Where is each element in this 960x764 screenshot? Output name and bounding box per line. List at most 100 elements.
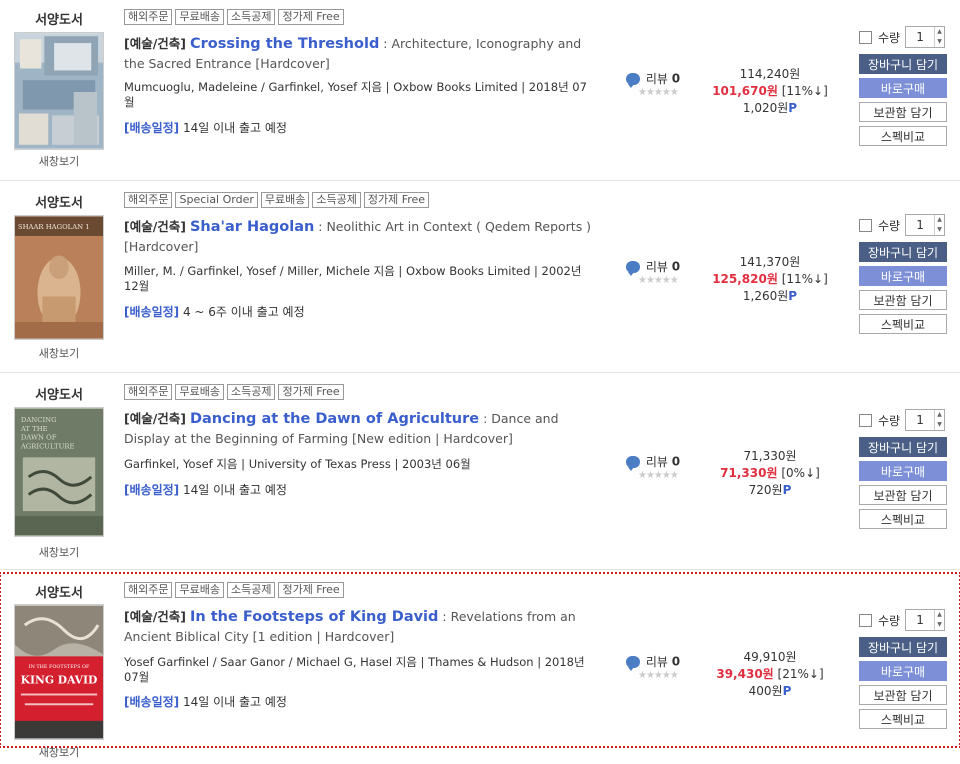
- shipping-info: [배송일정] 14일 이내 출고 예정: [124, 481, 287, 498]
- add-to-cart-button[interactable]: 장바구니 담기: [859, 637, 947, 657]
- book-title-link[interactable]: In the Footsteps of King David: [190, 609, 438, 625]
- buy-now-button[interactable]: 바로구매: [859, 461, 947, 481]
- sale-price: 125,820원: [712, 272, 778, 286]
- book-cover-image[interactable]: [14, 32, 104, 150]
- shipping-text: 14일 이내 출고 예정: [179, 483, 287, 497]
- select-checkbox[interactable]: [859, 413, 872, 427]
- book-cover-image[interactable]: IN THE FOOTSTEPS OF KING DAVID: [14, 604, 104, 740]
- add-to-wishlist-button[interactable]: 보관함 담기: [859, 290, 947, 310]
- increment-icon[interactable]: ▲: [935, 27, 944, 37]
- increment-icon[interactable]: ▲: [935, 610, 944, 620]
- points-row: 1,260원P: [700, 288, 840, 305]
- book-title-link[interactable]: Crossing the Threshold: [190, 36, 379, 52]
- author-publisher-info: Mumcuoglu, Madeleine / Garfinkel, Yosef …: [124, 80, 587, 109]
- review-label: 리뷰: [645, 72, 668, 86]
- genre-label: [예술/건축]: [124, 219, 186, 234]
- action-column: 수량 1 ▲ ▼ 장바구니 담기 바로구매 보관함 담기 스펙비교: [859, 26, 947, 150]
- book-cover-art: DANCING AT THE DAWN OF AGRICULTURE: [15, 408, 103, 536]
- price-block: 71,330원 71,330원 [0%↓] 720원P: [700, 448, 840, 499]
- book-title-link[interactable]: Sha'ar Hagolan: [190, 219, 314, 235]
- points-value: 720원: [748, 483, 783, 497]
- badge: 무료배송: [175, 9, 224, 25]
- buy-now-button[interactable]: 바로구매: [859, 661, 947, 681]
- quantity-stepper[interactable]: 1 ▲ ▼: [905, 409, 946, 431]
- review-block[interactable]: 리뷰 0 ★★★★★: [626, 70, 680, 99]
- add-to-wishlist-button[interactable]: 보관함 담기: [859, 102, 947, 122]
- svg-text:AGRICULTURE: AGRICULTURE: [20, 443, 75, 451]
- quantity-stepper[interactable]: 1 ▲ ▼: [905, 26, 946, 48]
- review-block[interactable]: 리뷰 0 ★★★★★: [626, 453, 680, 482]
- shipping-label: [배송일정]: [124, 695, 180, 709]
- points-icon: P: [782, 684, 792, 698]
- add-to-cart-button[interactable]: 장바구니 담기: [859, 242, 947, 262]
- quantity-input[interactable]: 1: [906, 27, 934, 47]
- increment-icon[interactable]: ▲: [935, 410, 944, 420]
- category-label: 서양도서: [35, 388, 83, 403]
- decrement-icon[interactable]: ▼: [935, 620, 944, 630]
- book-item: 서양도서 새창보기 해외주문 무료배송 소득공제 정가제 Free [예술/건축…: [0, 0, 960, 181]
- quantity-stepper[interactable]: 1 ▲ ▼: [905, 214, 946, 236]
- rating-stars-icon: ★★★★★: [638, 275, 679, 286]
- select-checkbox[interactable]: [859, 30, 872, 44]
- new-window-link[interactable]: 새창보기: [12, 345, 106, 361]
- select-checkbox[interactable]: [859, 613, 872, 627]
- points-icon: P: [782, 483, 792, 497]
- book-item: 서양도서 SHAAR HAGOLAN 1 새창보기 해외주문 Special O…: [0, 183, 960, 373]
- quantity-input[interactable]: 1: [906, 610, 934, 630]
- sale-price-row: 39,430원 [21%↓]: [700, 666, 840, 683]
- decrement-icon[interactable]: ▼: [935, 420, 944, 430]
- review-count: 0: [671, 259, 681, 274]
- new-window-link[interactable]: 새창보기: [12, 744, 106, 760]
- cover-text: KING DAVID: [21, 674, 98, 687]
- sale-price-row: 125,820원 [11%↓]: [700, 271, 840, 288]
- decrement-icon[interactable]: ▼: [935, 37, 944, 47]
- badge: 정가제 Free: [278, 582, 344, 598]
- compare-button[interactable]: 스펙비교: [859, 126, 947, 146]
- author-publisher-info: Miller, M. / Garfinkel, Yosef / Miller, …: [124, 264, 582, 293]
- compare-button[interactable]: 스펙비교: [859, 509, 947, 529]
- add-to-wishlist-button[interactable]: 보관함 담기: [859, 685, 947, 705]
- compare-button[interactable]: 스펙비교: [859, 709, 947, 729]
- shipping-info: [배송일정] 14일 이내 출고 예정: [124, 119, 287, 136]
- book-title-link[interactable]: Dancing at the Dawn of Agriculture: [190, 411, 479, 427]
- list-price: 141,370원: [739, 255, 801, 269]
- quantity-input[interactable]: 1: [906, 410, 934, 430]
- select-checkbox[interactable]: [859, 218, 872, 232]
- shipping-info: [배송일정] 14일 이내 출고 예정: [124, 693, 287, 710]
- sale-price-row: 71,330원 [0%↓]: [700, 465, 840, 482]
- badge-list: 해외주문 무료배송 소득공제 정가제 Free: [124, 582, 344, 598]
- discount-rate: [0%↓]: [777, 466, 820, 480]
- increment-icon[interactable]: ▲: [935, 215, 944, 225]
- compare-button[interactable]: 스펙비교: [859, 314, 947, 334]
- author-publisher-info: Garfinkel, Yosef 지음 | University of Texa…: [124, 457, 471, 471]
- category-label: 서양도서: [35, 586, 83, 601]
- book-item: 서양도서 DANCING AT THE DAWN OF AGRICULTURE …: [0, 375, 960, 570]
- rating-stars-icon: ★★★★★: [638, 470, 679, 481]
- speech-bubble-icon: [626, 655, 640, 671]
- book-cover-image[interactable]: SHAAR HAGOLAN 1: [14, 215, 104, 340]
- points-row: 720원P: [700, 482, 840, 499]
- badge: 정가제 Free: [278, 384, 344, 400]
- title-block: [예술/건축] In the Footsteps of King David :…: [124, 607, 594, 647]
- decrement-icon[interactable]: ▼: [935, 225, 944, 235]
- buy-now-button[interactable]: 바로구매: [859, 78, 947, 98]
- book-cover-art: IN THE FOOTSTEPS OF KING DAVID: [15, 605, 103, 739]
- speech-bubble-icon: [626, 455, 640, 471]
- review-block[interactable]: 리뷰 0 ★★★★★: [626, 258, 680, 287]
- price-block: 49,910원 39,430원 [21%↓] 400원P: [700, 649, 840, 700]
- add-to-cart-button[interactable]: 장바구니 담기: [859, 437, 947, 457]
- add-to-wishlist-button[interactable]: 보관함 담기: [859, 485, 947, 505]
- add-to-cart-button[interactable]: 장바구니 담기: [859, 54, 947, 74]
- book-cover-image[interactable]: DANCING AT THE DAWN OF AGRICULTURE: [14, 407, 104, 537]
- buy-now-button[interactable]: 바로구매: [859, 266, 947, 286]
- review-block[interactable]: 리뷰 0 ★★★★★: [626, 653, 680, 682]
- badge: 소득공제: [226, 9, 276, 25]
- new-window-link[interactable]: 새창보기: [12, 544, 106, 560]
- review-count: 0: [671, 654, 681, 669]
- shipping-text: 4 ~ 6주 이내 출고 예정: [179, 305, 305, 319]
- quantity-input[interactable]: 1: [906, 215, 934, 235]
- badge: Special Order: [175, 192, 258, 208]
- author-publisher-info: Yosef Garfinkel / Saar Ganor / Michael G…: [124, 655, 585, 684]
- quantity-stepper[interactable]: 1 ▲ ▼: [905, 609, 946, 631]
- new-window-link[interactable]: 새창보기: [12, 153, 106, 169]
